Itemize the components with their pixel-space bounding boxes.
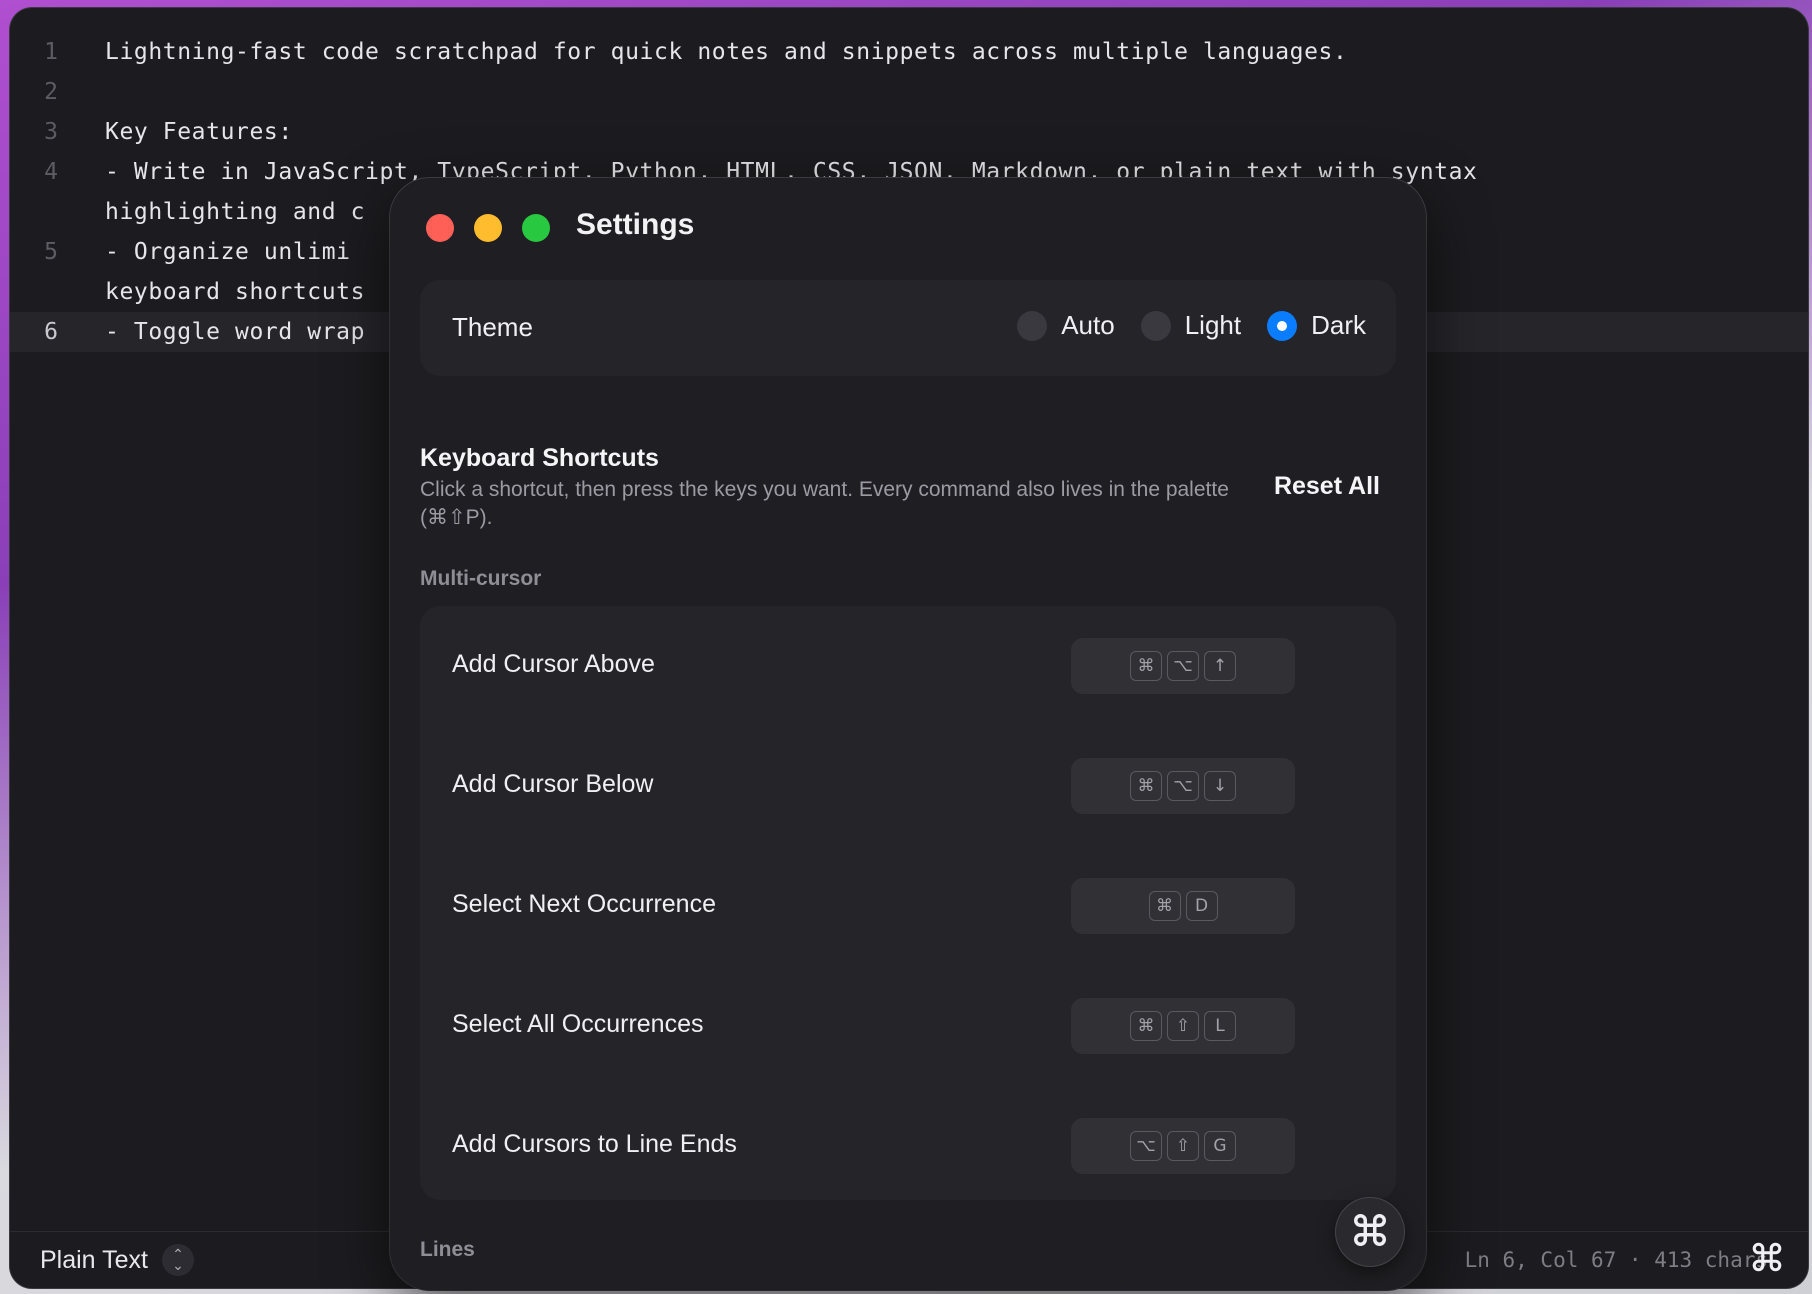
shortcut-recorder[interactable]: ⌘ D <box>1071 878 1295 934</box>
key-cap: L <box>1204 1011 1236 1041</box>
key-cap: G <box>1204 1131 1236 1161</box>
radio-icon <box>1140 310 1171 341</box>
key-cap: ⌥ <box>1167 651 1199 681</box>
line-number: 2 <box>44 79 58 105</box>
radio-icon <box>1017 310 1048 341</box>
settings-window: Settings Theme Auto Light Dark Keyboard … <box>390 178 1426 1290</box>
keyboard-shortcuts-title: Keyboard Shortcuts <box>420 444 659 472</box>
key-cap: ⇧ <box>1167 1011 1199 1041</box>
theme-option-light[interactable]: Light <box>1140 310 1242 341</box>
shortcut-row: Add Cursor Below ⌘ ⌥ ↓ <box>420 726 1396 846</box>
language-label: Plain Text <box>40 1245 148 1274</box>
command-palette-button[interactable] <box>1336 1198 1404 1266</box>
theme-option-dark[interactable]: Dark <box>1267 310 1366 341</box>
radio-checked-icon <box>1267 310 1298 341</box>
shortcut-name: Select All Occurrences <box>452 1010 704 1038</box>
line-number: 4 <box>44 159 58 185</box>
line-text: Lightning-fast code scratchpad for quick… <box>105 39 1348 65</box>
shortcut-recorder[interactable]: ⌘ ⇧ L <box>1071 998 1295 1054</box>
minimize-button[interactable] <box>474 214 502 242</box>
line-number: 3 <box>44 119 58 145</box>
theme-radio-group: Auto Light Dark <box>991 310 1366 341</box>
line-number: 6 <box>44 319 58 345</box>
code-line[interactable]: 2 <box>10 72 1808 112</box>
key-cap: ⌘ <box>1130 771 1162 801</box>
shortcut-name: Add Cursors to Line Ends <box>452 1130 737 1158</box>
command-icon <box>1351 1211 1389 1254</box>
shortcut-row: Select Next Occurrence ⌘ D <box>420 846 1396 966</box>
key-cap: ↑ <box>1204 651 1236 681</box>
shortcut-row: Select All Occurrences ⌘ ⇧ L <box>420 966 1396 1086</box>
group-label-lines: Lines <box>420 1238 475 1261</box>
radio-label: Dark <box>1311 310 1366 340</box>
key-cap: ⌥ <box>1167 771 1199 801</box>
theme-card: Theme Auto Light Dark <box>420 280 1396 376</box>
line-text: - Toggle word wrap <box>105 319 366 345</box>
key-cap: ↓ <box>1204 771 1236 801</box>
shortcut-recorder[interactable]: ⌘ ⌥ ↑ <box>1071 638 1295 694</box>
theme-option-auto[interactable]: Auto <box>1017 310 1115 341</box>
line-text: highlighting and c <box>105 199 366 225</box>
close-button[interactable] <box>426 214 454 242</box>
shortcut-name: Add Cursor Below <box>452 770 654 798</box>
shortcut-name: Select Next Occurrence <box>452 890 716 918</box>
radio-label: Auto <box>1061 310 1115 340</box>
shortcuts-card: Add Cursor Above ⌘ ⌥ ↑ Add Cursor Below … <box>420 606 1396 1200</box>
zoom-button[interactable] <box>522 214 550 242</box>
settings-title: Settings <box>576 208 695 241</box>
key-cap: ⌥ <box>1130 1131 1162 1161</box>
chevron-updown-icon: ⌃ ⌄ <box>161 1244 194 1276</box>
keyboard-shortcuts-description: Click a shortcut, then press the keys yo… <box>420 478 1229 529</box>
shortcut-recorder[interactable]: ⌥ ⇧ G <box>1071 1118 1295 1174</box>
key-cap: D <box>1185 891 1218 921</box>
theme-label: Theme <box>452 312 533 342</box>
window-controls <box>426 214 550 242</box>
command-icon[interactable] <box>1744 1234 1790 1280</box>
line-text: keyboard shortcuts <box>105 279 366 305</box>
reset-all-button[interactable]: Reset All <box>1274 472 1380 501</box>
shortcut-name: Add Cursor Above <box>452 650 655 678</box>
code-line[interactable]: 1 Lightning-fast code scratchpad for quic… <box>10 32 1808 72</box>
language-selector[interactable]: Plain Text ⌃ ⌄ <box>40 1244 194 1276</box>
cursor-position: Ln 6, Col 67 · 413 chars <box>1464 1248 1768 1272</box>
shortcut-row: Add Cursor Above ⌘ ⌥ ↑ <box>420 606 1396 726</box>
key-cap: ⌘ <box>1130 651 1162 681</box>
shortcut-row: Add Cursors to Line Ends ⌥ ⇧ G <box>420 1086 1396 1206</box>
key-cap: ⌘ <box>1148 891 1181 921</box>
radio-label: Light <box>1184 310 1242 340</box>
key-cap: ⇧ <box>1167 1131 1199 1161</box>
line-text: Key Features: <box>105 119 293 145</box>
line-number: 5 <box>44 239 58 265</box>
key-cap: ⌘ <box>1130 1011 1162 1041</box>
group-label-multi-cursor: Multi-cursor <box>420 567 542 590</box>
code-line[interactable]: 3 Key Features: <box>10 112 1808 152</box>
shortcut-recorder[interactable]: ⌘ ⌥ ↓ <box>1071 758 1295 814</box>
line-number: 1 <box>44 39 58 65</box>
